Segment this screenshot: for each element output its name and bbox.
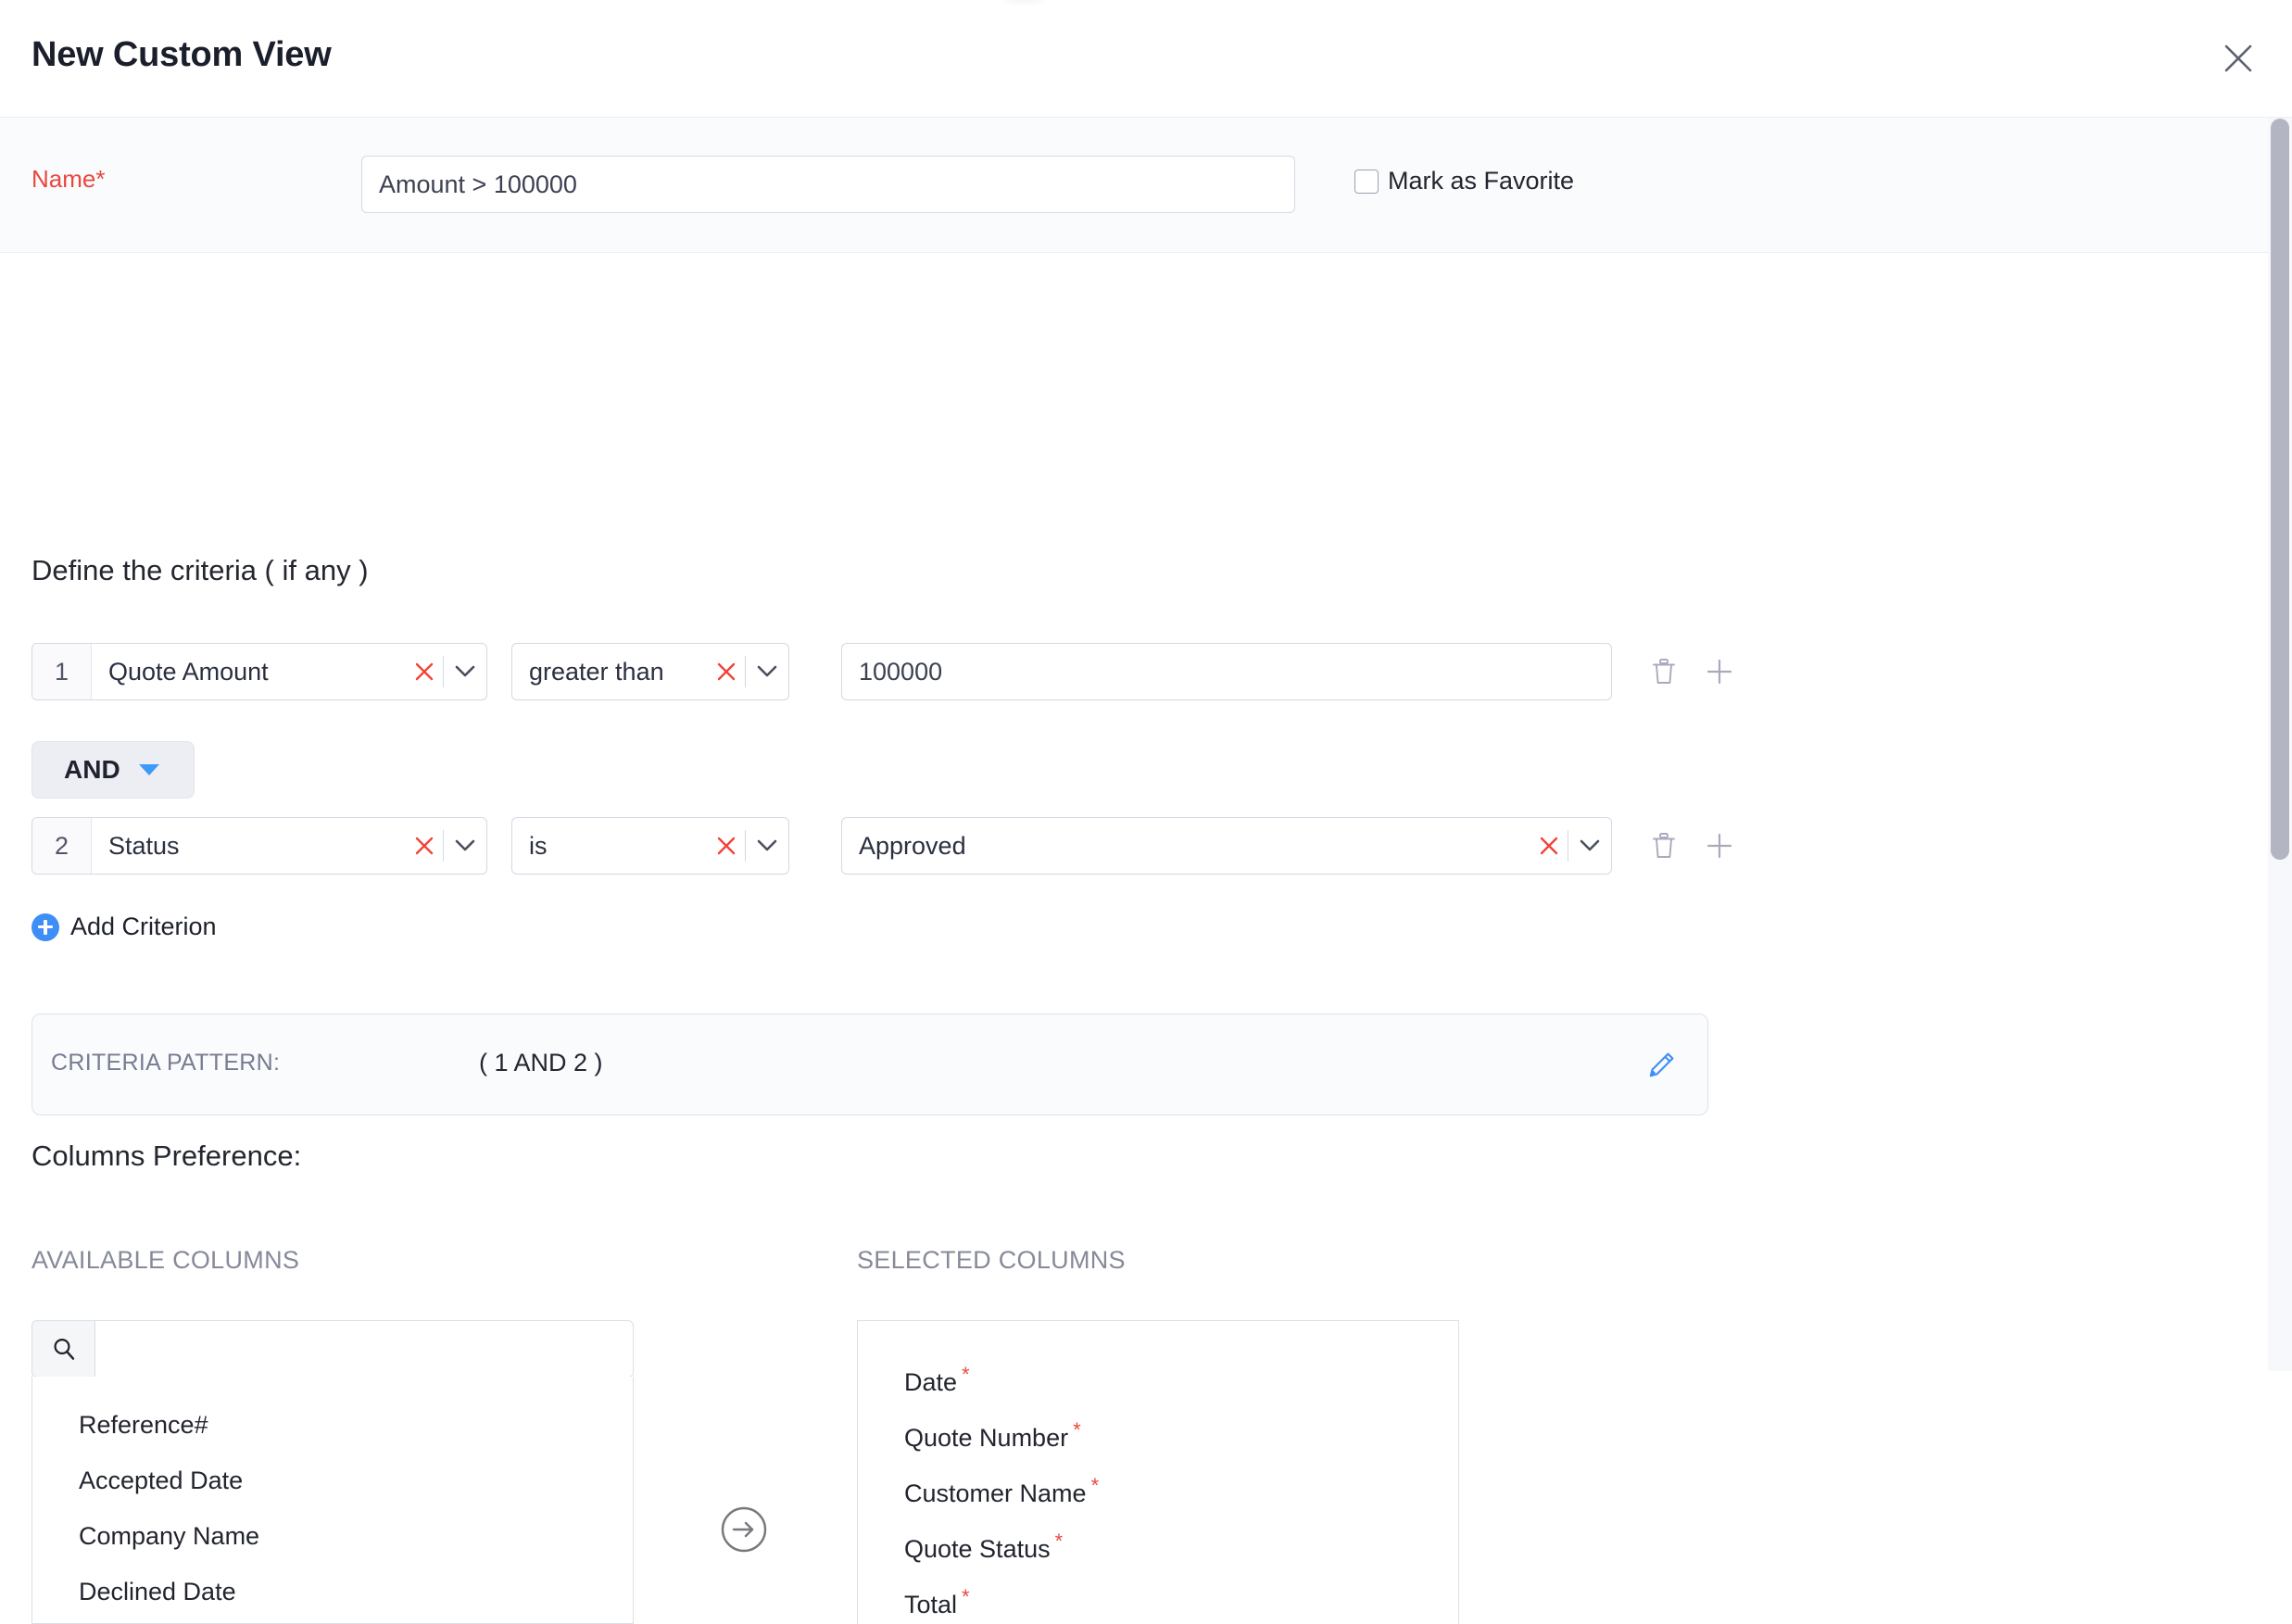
columns-preference-heading: Columns Preference:: [31, 1139, 301, 1173]
logic-operator-label: AND: [64, 755, 120, 785]
list-item-label: Customer Name: [904, 1479, 1087, 1507]
mark-as-favorite-label: Mark as Favorite: [1388, 167, 1574, 195]
list-item[interactable]: Quote Status*: [858, 1514, 1458, 1569]
available-columns-search: [31, 1320, 634, 1378]
list-item[interactable]: Reference#: [32, 1397, 633, 1453]
selected-columns-list[interactable]: Date* Quote Number* Customer Name* Quote…: [857, 1320, 1459, 1624]
chevron-down-icon[interactable]: [444, 839, 486, 852]
chevron-down-icon[interactable]: [444, 665, 486, 678]
list-item[interactable]: Date*: [858, 1347, 1458, 1403]
view-name-input[interactable]: [361, 156, 1295, 213]
required-marker: *: [962, 1363, 970, 1386]
define-criteria-heading: Define the criteria ( if any ): [31, 554, 369, 587]
criteria-pattern-box: CRITERIA PATTERN: ( 1 AND 2 ): [31, 1013, 1708, 1115]
criterion-index: 1: [32, 644, 92, 699]
criterion-row: 2 Status is: [31, 817, 1740, 875]
criterion-row-actions: [1643, 651, 1740, 692]
logic-operator-select[interactable]: AND: [31, 741, 195, 799]
criterion-value-select[interactable]: Approved: [841, 817, 1612, 875]
search-icon[interactable]: [31, 1320, 94, 1378]
criterion-condition-value: greater than: [512, 658, 708, 686]
clear-icon[interactable]: [708, 836, 745, 856]
criteria-pattern-label: CRITERIA PATTERN:: [51, 1050, 280, 1076]
arrow-right-circle-icon[interactable]: [718, 1504, 770, 1555]
criterion-index: 2: [32, 818, 92, 874]
criterion-field-select[interactable]: 1 Quote Amount: [31, 643, 487, 700]
required-marker: *: [962, 1585, 970, 1608]
criteria-pattern-value: ( 1 AND 2 ): [479, 1049, 603, 1077]
mark-as-favorite-row[interactable]: Mark as Favorite: [1354, 167, 1574, 195]
clear-icon[interactable]: [708, 661, 745, 682]
overlay-shadow: [996, 0, 1052, 7]
criterion-field-value: Status: [92, 832, 406, 861]
clear-icon[interactable]: [406, 661, 443, 682]
clear-icon[interactable]: [1530, 836, 1568, 856]
plus-circle-icon: [31, 913, 59, 941]
list-item-label: Date: [904, 1368, 957, 1396]
list-item-label: Total: [904, 1591, 957, 1618]
chevron-down-icon[interactable]: [746, 839, 788, 852]
pencil-edit-icon[interactable]: [1639, 1043, 1683, 1088]
list-item[interactable]: Quote Number*: [858, 1403, 1458, 1458]
list-item-label: Quote Number: [904, 1424, 1068, 1452]
clear-icon[interactable]: [406, 836, 443, 856]
criterion-condition-value: is: [512, 832, 708, 861]
list-item[interactable]: Accepted Date: [32, 1453, 633, 1508]
list-item[interactable]: Declined Date: [32, 1564, 633, 1619]
chevron-down-icon: [139, 764, 159, 775]
plus-icon[interactable]: [1699, 651, 1740, 692]
criterion-condition-select[interactable]: is: [511, 817, 789, 875]
available-columns-list[interactable]: Reference# Accepted Date Company Name De…: [31, 1377, 634, 1624]
modal-header: New Custom View: [0, 0, 2292, 118]
available-columns-header: AVAILABLE COLUMNS: [31, 1246, 299, 1275]
add-criterion-button[interactable]: Add Criterion: [31, 913, 217, 941]
criterion-row: 1 Quote Amount greater than: [31, 643, 1740, 700]
list-item[interactable]: Total*: [858, 1569, 1458, 1624]
add-criterion-label: Add Criterion: [70, 913, 217, 941]
list-item-label: Quote Status: [904, 1535, 1051, 1563]
trash-icon[interactable]: [1643, 651, 1684, 692]
criterion-row-actions: [1643, 825, 1740, 866]
plus-icon[interactable]: [1699, 825, 1740, 866]
search-input[interactable]: [94, 1320, 634, 1378]
required-marker: *: [1091, 1474, 1100, 1497]
required-marker: *: [1073, 1418, 1081, 1441]
list-item[interactable]: Customer Name*: [858, 1458, 1458, 1514]
criterion-value-input[interactable]: [841, 643, 1612, 700]
page-title: New Custom View: [31, 35, 332, 75]
chevron-down-icon[interactable]: [1568, 839, 1611, 852]
name-label: Name*: [31, 165, 105, 194]
criterion-value-text: Approved: [842, 832, 1530, 861]
list-item[interactable]: Company Name: [32, 1508, 633, 1564]
criterion-condition-select[interactable]: greater than: [511, 643, 789, 700]
required-marker: *: [1055, 1530, 1064, 1553]
selected-columns-header: SELECTED COLUMNS: [857, 1246, 1126, 1275]
chevron-down-icon[interactable]: [746, 665, 788, 678]
mark-as-favorite-checkbox[interactable]: [1354, 170, 1379, 194]
trash-icon[interactable]: [1643, 825, 1684, 866]
close-icon[interactable]: [2212, 32, 2264, 84]
scrollbar-thumb[interactable]: [2271, 119, 2289, 860]
criterion-field-value: Quote Amount: [92, 658, 406, 686]
criterion-field-select[interactable]: 2 Status: [31, 817, 487, 875]
